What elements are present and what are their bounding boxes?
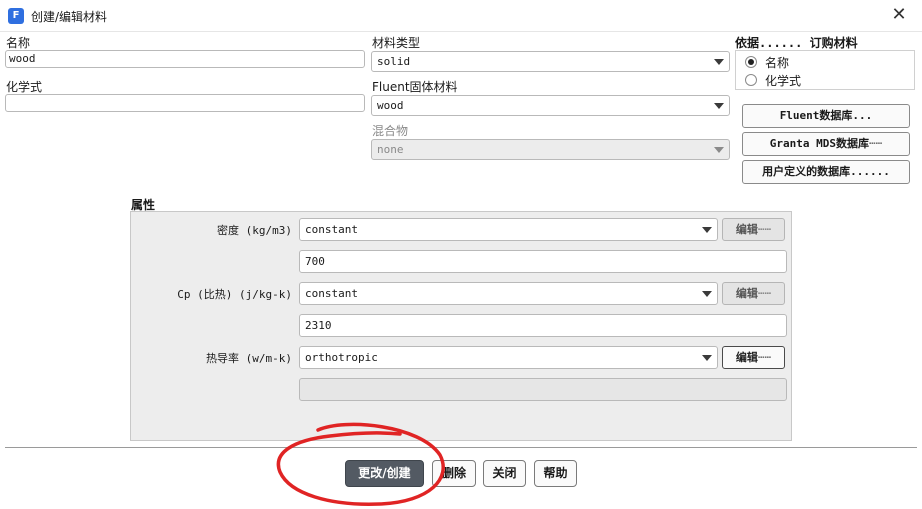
- density-edit-button[interactable]: 编辑┄┄: [722, 218, 785, 241]
- chevron-down-icon: [702, 291, 712, 297]
- delete-button[interactable]: 删除: [432, 460, 476, 487]
- material-type-value: solid: [377, 55, 411, 68]
- mixture-select: none: [371, 139, 730, 160]
- window-title: 创建/编辑材料: [31, 10, 108, 24]
- cp-method-select[interactable]: constant: [299, 282, 718, 305]
- density-value-input[interactable]: 700: [299, 250, 787, 273]
- change-create-button[interactable]: 更改/创建: [345, 460, 424, 487]
- order-by-name-label: 名称: [765, 56, 790, 70]
- density-method-value: constant: [305, 223, 358, 236]
- cp-method-value: constant: [305, 287, 358, 300]
- footer-divider: [5, 447, 917, 448]
- conductivity-method-select[interactable]: orthotropic: [299, 346, 718, 369]
- order-by-group: 名称 化学式: [735, 50, 915, 90]
- material-type-label: 材料类型: [372, 36, 421, 50]
- cp-value-input[interactable]: 2310: [299, 314, 787, 337]
- help-button[interactable]: 帮助: [534, 460, 577, 487]
- mixture-value: none: [377, 143, 404, 156]
- fluent-database-button[interactable]: Fluent数据库...: [742, 104, 910, 128]
- order-by-title: 依据...... 订购材料: [735, 36, 858, 50]
- conductivity-method-value: orthotropic: [305, 351, 378, 364]
- fluent-solid-label: Fluent固体材料: [372, 80, 458, 94]
- close-button[interactable]: 关闭: [483, 460, 526, 487]
- radio-unselected-icon[interactable]: [745, 74, 757, 86]
- title-bar: F 创建/编辑材料 ✕: [0, 0, 922, 32]
- radio-selected-icon[interactable]: [745, 56, 757, 68]
- user-defined-database-button[interactable]: 用户定义的数据库......: [742, 160, 910, 184]
- density-label: 密度 (kg/m3): [217, 224, 292, 237]
- fluent-solid-value: wood: [377, 99, 404, 112]
- fluent-app-icon: F: [8, 8, 24, 24]
- order-by-formula-label: 化学式: [765, 74, 802, 88]
- chevron-down-icon: [714, 59, 724, 65]
- chevron-down-icon: [702, 227, 712, 233]
- name-label: 名称: [6, 36, 31, 50]
- close-icon[interactable]: ✕: [876, 0, 922, 32]
- cp-label: Cp (比热) (j/kg-k): [177, 288, 292, 301]
- name-input[interactable]: wood: [5, 50, 365, 68]
- chevron-down-icon: [714, 103, 724, 109]
- density-method-select[interactable]: constant: [299, 218, 718, 241]
- chevron-down-icon: [714, 147, 724, 153]
- formula-input[interactable]: [5, 94, 365, 112]
- mixture-label: 混合物: [372, 124, 409, 138]
- conductivity-label: 热导率 (w/m-k): [206, 352, 292, 365]
- chevron-down-icon: [702, 355, 712, 361]
- formula-label: 化学式: [6, 80, 43, 94]
- conductivity-value-input: [299, 378, 787, 401]
- cp-edit-button[interactable]: 编辑┄┄: [722, 282, 785, 305]
- fluent-solid-select[interactable]: wood: [371, 95, 730, 116]
- conductivity-edit-button[interactable]: 编辑┄┄: [722, 346, 785, 369]
- granta-database-button[interactable]: Granta MDS数据库┄┄: [742, 132, 910, 156]
- material-type-select[interactable]: solid: [371, 51, 730, 72]
